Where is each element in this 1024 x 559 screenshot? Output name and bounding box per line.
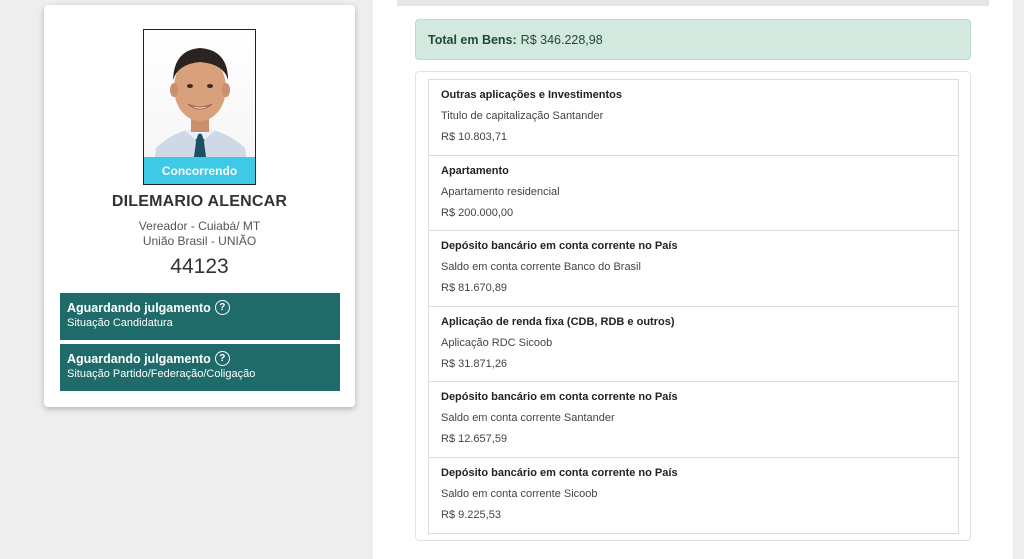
asset-description: Titulo de capitalização Santander <box>441 110 604 122</box>
asset-type: Depósito bancário em conta corrente no P… <box>441 240 678 252</box>
asset-description: Saldo em conta corrente Banco do Brasil <box>441 261 641 273</box>
list-item: Depósito bancário em conta corrente no P… <box>429 458 958 534</box>
asset-type: Apartamento <box>441 164 509 177</box>
party-status-subtitle: Situação Partido/Federação/Coligação <box>67 368 256 380</box>
asset-description: Aplicação RDC Sicoob <box>441 336 553 349</box>
panel-top-divider <box>397 0 989 6</box>
candidate-card: Concorrendo DILEMARIO ALENCAR Vereador -… <box>44 5 355 407</box>
candidacy-status-subtitle: Situação Candidatura <box>67 317 173 329</box>
help-circle-icon[interactable]: ? <box>214 351 230 366</box>
asset-value: R$ 31.871,26 <box>441 357 508 370</box>
asset-value: R$ 9.225,53 <box>441 508 501 521</box>
candidate-name: DILEMARIO ALENCAR <box>111 193 288 210</box>
asset-description: Apartamento residencial <box>441 185 560 198</box>
asset-value: R$ 200.000,00 <box>441 206 514 219</box>
total-assets-value: R$ 346.228,98 <box>520 32 603 47</box>
asset-type: Depósito bancário em conta corrente no P… <box>441 391 678 403</box>
total-assets-label: Total em Bens: <box>428 32 517 47</box>
candidacy-status-box: Aguardando julgamento ? Situação Candida… <box>60 293 340 340</box>
candidate-photo: Concorrendo <box>143 29 256 185</box>
asset-type: Outras aplicações e Investimentos <box>441 89 622 101</box>
asset-value: R$ 10.803,71 <box>441 131 508 143</box>
candidate-role: Vereador - Cuiabá/ MT <box>138 219 261 233</box>
asset-value: R$ 12.657,59 <box>441 433 508 445</box>
candidacy-status-title: Aguardando julgamento <box>67 300 211 315</box>
candidate-party: União Brasil - UNIÃO <box>142 234 257 248</box>
help-circle-icon[interactable]: ? <box>214 300 230 315</box>
list-item: Depósito bancário em conta corrente no P… <box>429 231 958 307</box>
asset-description: Saldo em conta corrente Santander <box>441 412 615 424</box>
asset-description: Saldo em conta corrente Sicoob <box>441 487 598 500</box>
total-assets-box: Total em Bens: R$ 346.228,98 <box>415 19 971 60</box>
list-item: Depósito bancário em conta corrente no P… <box>429 382 958 458</box>
list-item: Aplicação de renda fixa (CDB, RDB e outr… <box>429 307 958 382</box>
list-item: Outras aplicações e Investimentos Titulo… <box>429 80 958 156</box>
assets-container: Outras aplicações e Investimentos Titulo… <box>415 71 971 541</box>
party-status-box: Aguardando julgamento ? Situação Partido… <box>60 344 340 391</box>
assets-panel: Total em Bens: R$ 346.228,98 Outras apli… <box>373 0 1013 559</box>
list-item: Apartamento Apartamento residencial R$ 2… <box>429 156 958 231</box>
candidate-number: 44123 <box>170 255 229 278</box>
candidacy-status-strip: Concorrendo <box>144 157 255 184</box>
asset-value: R$ 81.670,89 <box>441 282 508 294</box>
asset-type: Depósito bancário em conta corrente no P… <box>441 466 678 479</box>
asset-type: Aplicação de renda fixa (CDB, RDB e outr… <box>441 315 675 328</box>
assets-list: Outras aplicações e Investimentos Titulo… <box>428 79 959 534</box>
party-status-title: Aguardando julgamento <box>67 351 211 366</box>
